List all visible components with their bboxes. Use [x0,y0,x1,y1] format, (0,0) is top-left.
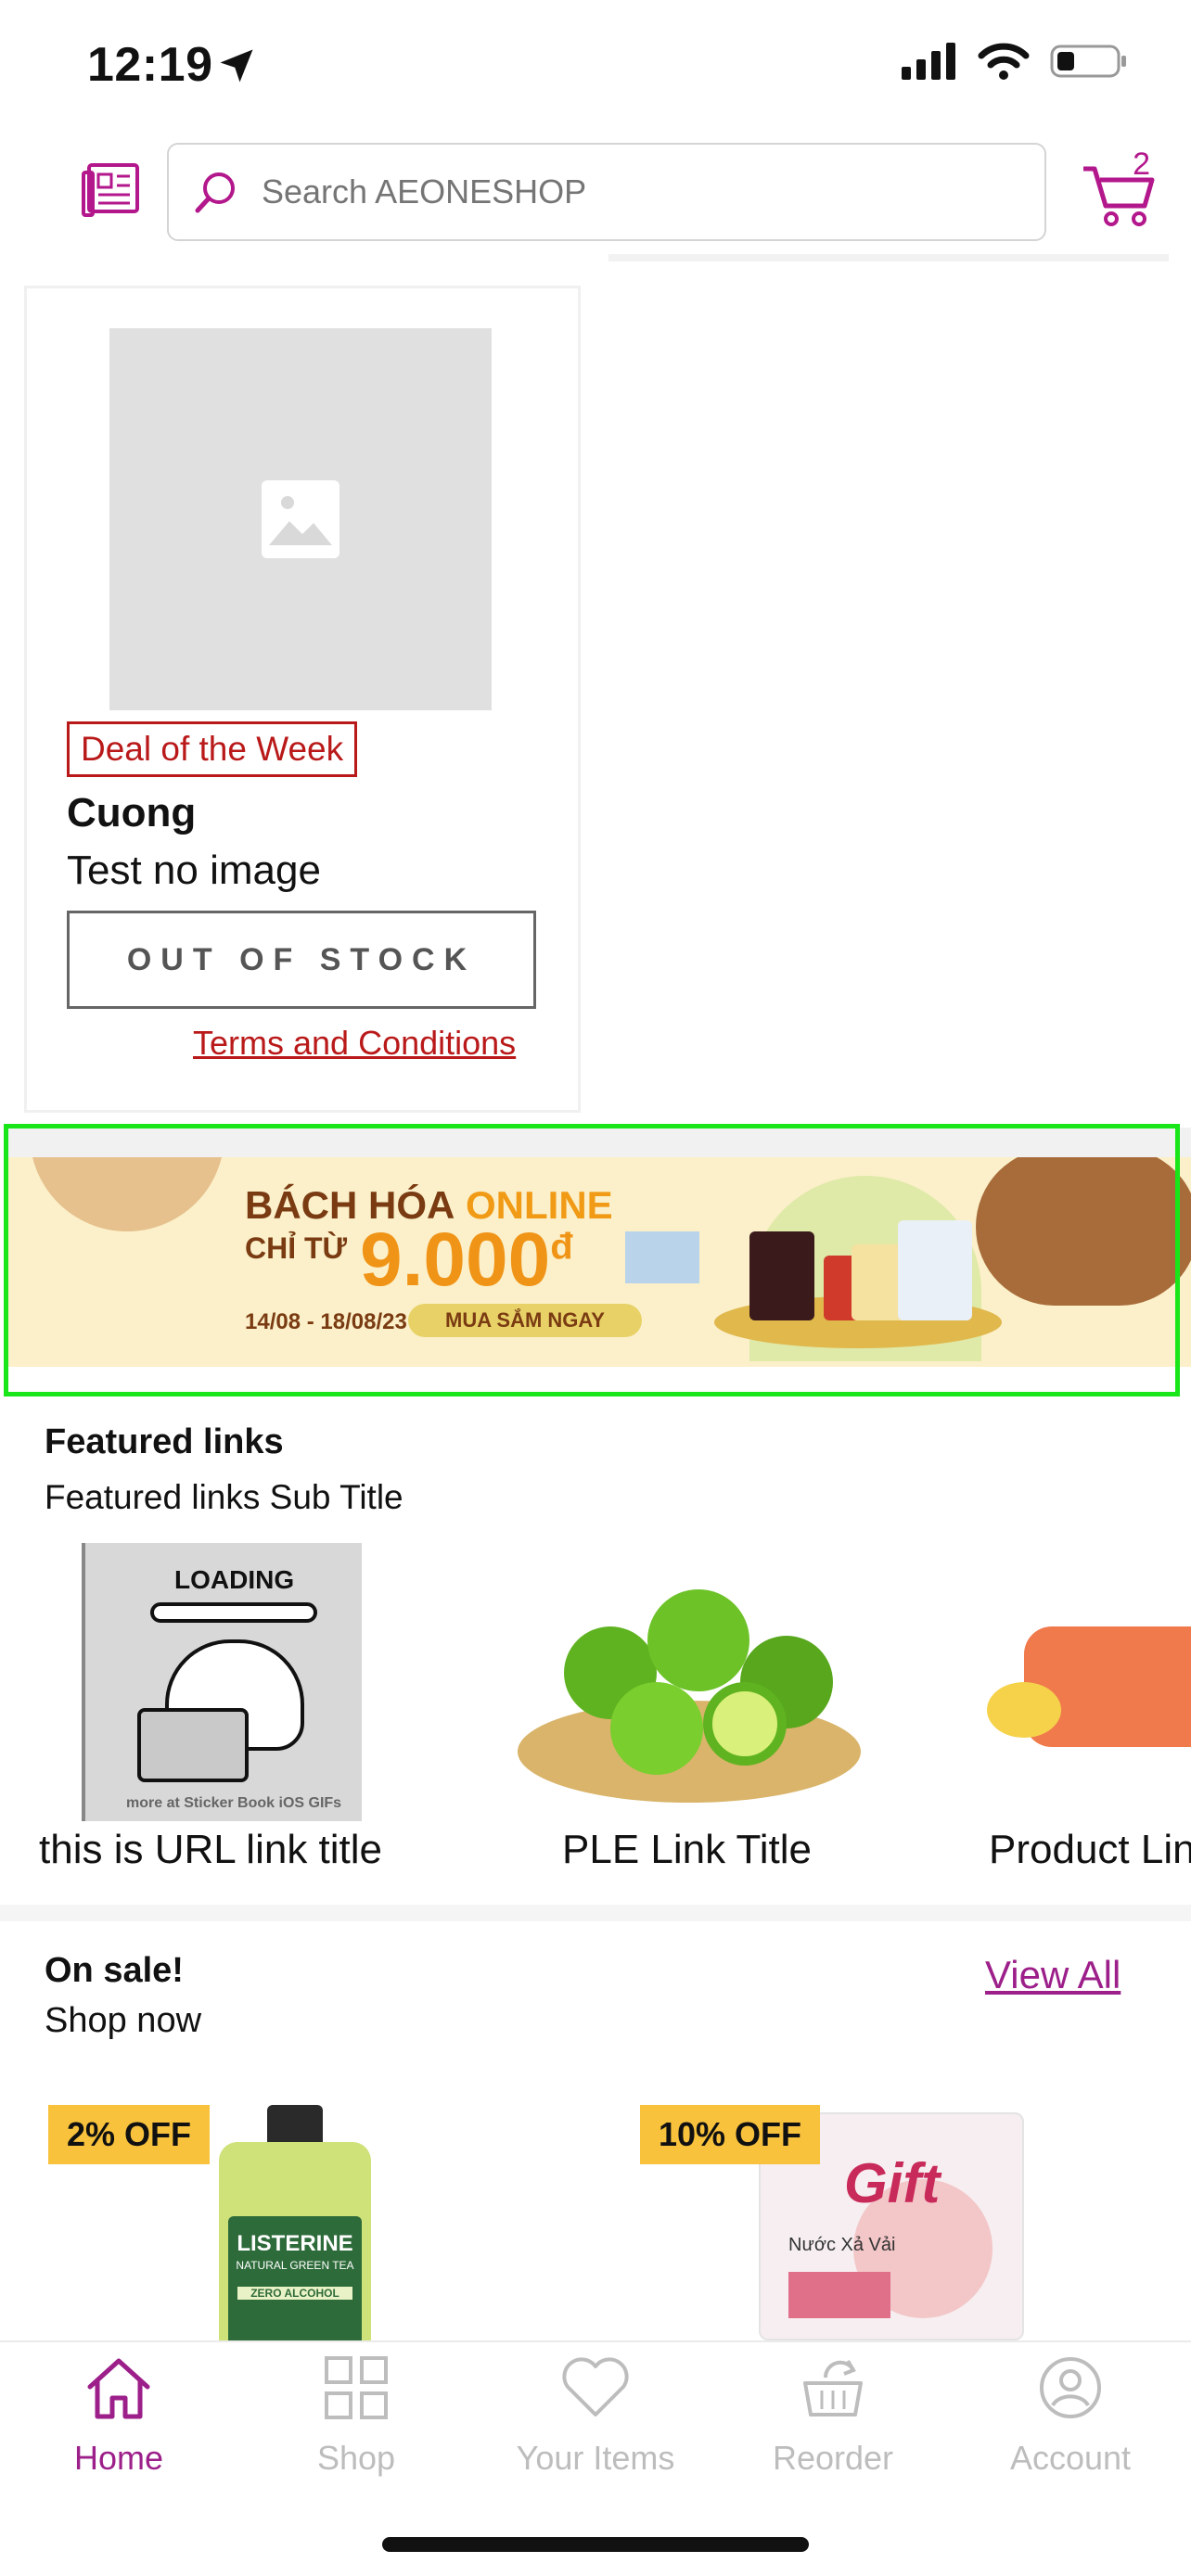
loading-text: LOADING [174,1565,295,1594]
tab-label-home: Home [73,2439,164,2477]
gift-label: Gift [844,2152,941,2214]
featured-link-image-1[interactable]: LOADING more at Sticker Book iOS GIFs [82,1543,362,1821]
search-input[interactable] [262,172,967,211]
cart-count: 2 [1133,147,1150,182]
product-brand: Cuong [67,790,197,835]
catalog-menu-icon[interactable] [82,159,141,219]
tab-your-items[interactable]: Your Items [493,2355,698,2478]
laptop-sticker [137,1708,249,1782]
sale-product-image-1[interactable]: LISTERINE NATURAL GREEN TEA ZERO ALCOHOL [213,2105,377,2340]
featured-link-image-2[interactable] [508,1543,870,1821]
tab-account[interactable]: Account [968,2355,1172,2478]
grid-icon [325,2356,388,2419]
on-sale-subtitle: Shop now [45,2001,202,2040]
banner-highlight-frame [4,1124,1180,1396]
listerine-sub-label: NATURAL GREEN TEA [236,2259,354,2272]
terms-link[interactable]: Terms and Conditions [193,1024,516,1063]
product-image-placeholder[interactable] [109,328,492,710]
home-indicator[interactable] [382,2537,809,2552]
heart-icon [562,2357,629,2417]
featured-link-image-3[interactable] [987,1543,1191,1821]
header-divider [608,254,1169,261]
listerine-variant: ZERO ALCOHOL [237,2287,352,2300]
location-arrow-icon [217,46,256,90]
signal-icon [902,43,955,80]
reorder-basket-icon [803,2359,863,2417]
tab-label-your-items: Your Items [516,2439,675,2477]
cart-button[interactable]: 2 [1082,147,1156,230]
section-divider [0,1905,1191,1921]
sticker-credit: more at Sticker Book iOS GIFs [126,1795,342,1811]
gift-sub-label: Nước Xả Vải [788,2235,896,2255]
view-all-link[interactable]: View All [985,1953,1121,1997]
account-icon [1040,2357,1101,2418]
tab-label-account: Account [1009,2439,1132,2477]
loading-bar [150,1602,317,1623]
tab-label-shop: Shop [316,2439,396,2477]
featured-link-label-3[interactable]: Product Lin [989,1827,1191,1873]
image-placeholder-icon [262,480,339,558]
discount-badge-2: 10% OFF [640,2105,821,2164]
product-name[interactable]: Test no image [67,848,321,894]
tab-label-reorder: Reorder [772,2439,894,2477]
featured-links-title: Featured links [45,1422,284,1461]
on-sale-title: On sale! [45,1951,184,1990]
status-time: 12:19 [87,38,213,92]
battery-icon [1050,45,1126,78]
tab-shop[interactable]: Shop [254,2355,458,2478]
discount-badge-1: 2% OFF [48,2105,211,2164]
featured-links-subtitle: Featured links Sub Title [45,1478,403,1516]
tab-home[interactable]: Home [17,2355,221,2478]
search-icon [195,172,235,213]
featured-link-label-2[interactable]: PLE Link Title [562,1827,812,1873]
featured-link-label-1[interactable]: this is URL link title [39,1827,382,1873]
status-icons [902,43,1128,80]
tab-reorder[interactable]: Reorder [731,2355,935,2478]
wifi-icon [978,43,1030,80]
home-icon [87,2358,150,2419]
search-bar[interactable] [167,143,1046,241]
listerine-label: LISTERINE [237,2231,353,2256]
out-of-stock-button[interactable]: OUT OF STOCK [67,911,536,1009]
deal-badge: Deal of the Week [67,721,358,777]
